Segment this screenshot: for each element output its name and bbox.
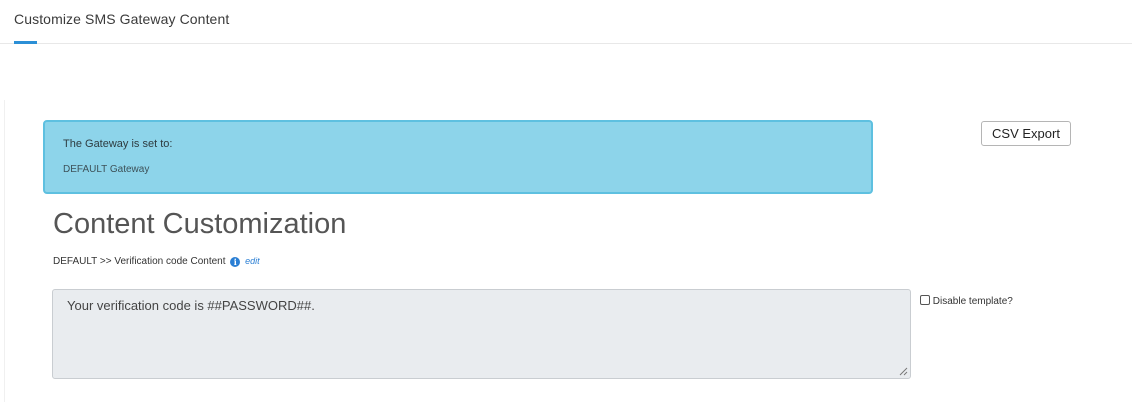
tab-customize-sms-gateway-content[interactable]: Customize SMS Gateway Content [14, 11, 229, 27]
breadcrumb: DEFAULT >> Verification code Content i e… [53, 256, 260, 267]
active-tab-indicator [14, 41, 37, 44]
breadcrumb-path: DEFAULT >> Verification code Content [53, 256, 226, 267]
resize-grip-icon[interactable] [899, 367, 908, 376]
gateway-value: DEFAULT Gateway [63, 164, 150, 175]
info-icon[interactable]: i [230, 257, 241, 267]
disable-template-checkbox[interactable] [920, 295, 930, 305]
disable-template-option: Disable template? [920, 295, 1013, 307]
page-title: Content Customization [53, 208, 347, 240]
csv-export-button[interactable]: CSV Export [981, 121, 1071, 146]
template-content-textarea[interactable]: Your verification code is ##PASSWORD##. [52, 289, 911, 379]
disable-template-label[interactable]: Disable template? [933, 296, 1013, 307]
tab-bar: Customize SMS Gateway Content [0, 0, 1132, 44]
gateway-info-alert: The Gateway is set to: DEFAULT Gateway [43, 120, 873, 194]
template-content-text: Your verification code is ##PASSWORD##. [67, 298, 315, 313]
gateway-label: The Gateway is set to: [63, 138, 173, 150]
edit-link[interactable]: edit [245, 256, 260, 266]
